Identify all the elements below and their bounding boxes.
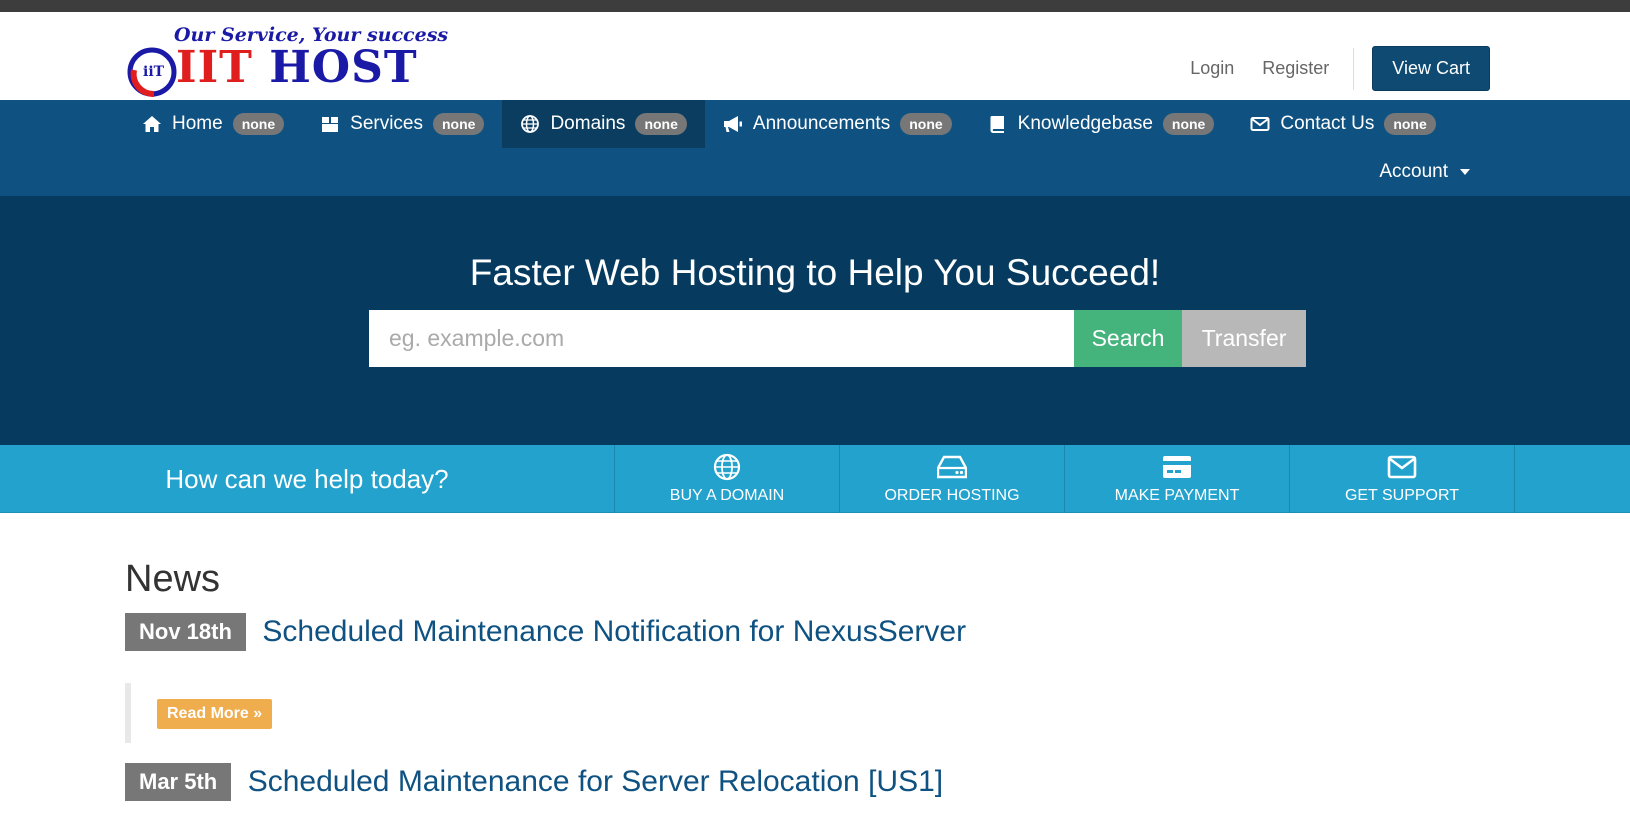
hero-section: Faster Web Hosting to Help You Succeed! … (0, 196, 1630, 445)
nav-badge: none (635, 113, 687, 135)
logo-mark-icon: iiT (127, 47, 177, 98)
logo-name-host: HOST (269, 42, 418, 93)
news-item: Nov 18th Scheduled Maintenance Notificat… (125, 613, 966, 743)
nav-badge: none (1162, 113, 1215, 135)
site-header: Our Service, Your success iiT IIT HOST L… (0, 12, 1630, 100)
hero-title: Faster Web Hosting to Help You Succeed! (469, 252, 1161, 293)
credit-card-icon (1163, 456, 1191, 478)
help-action-label: Order Hosting (884, 487, 1020, 504)
nav-item-label: Services (350, 113, 423, 134)
news-item: Mar 5th Scheduled Maintenance for Server… (125, 763, 966, 801)
nav-badge: none (1384, 113, 1436, 135)
news-section: News Nov 18th Scheduled Maintenance Noti… (125, 558, 966, 801)
news-title-link[interactable]: Scheduled Maintenance Notification for N… (262, 615, 966, 649)
help-action-label: Get Support (1344, 487, 1460, 504)
nav-item-domains[interactable]: Domains none (502, 100, 705, 148)
news-body: Read More » (125, 683, 966, 743)
get-support-button[interactable]: Get Support (1290, 445, 1515, 513)
account-dropdown[interactable]: Account (1379, 148, 1470, 196)
nav-badge: none (433, 113, 485, 135)
nav-item-contact-us[interactable]: Contact Us none (1232, 100, 1453, 148)
cube-icon (322, 117, 339, 132)
help-bar: How can we help today? Buy A Domain Orde… (0, 445, 1630, 513)
caret-down-icon (1460, 169, 1470, 175)
news-date-badge: Nov 18th (125, 613, 246, 651)
news-title-link[interactable]: Scheduled Maintenance for Server Relocat… (248, 765, 943, 799)
nav-item-knowledgebase[interactable]: Knowledgebase none (970, 100, 1233, 148)
domain-search-input[interactable] (369, 310, 1074, 367)
envelope-icon (1250, 117, 1270, 131)
browser-top-strip (0, 0, 1630, 12)
globe-icon (521, 115, 540, 133)
buy-domain-button[interactable]: Buy A Domain (615, 445, 840, 513)
server-icon (937, 455, 967, 479)
search-button[interactable]: Search (1074, 310, 1182, 367)
nav-item-label: Knowledgebase (1017, 113, 1153, 134)
logo-name: IIT HOST (176, 42, 418, 93)
header-links: Login Register View Cart (1162, 46, 1490, 91)
logo-name-iit: IIT (176, 42, 253, 93)
nav-item-services[interactable]: Services none (302, 100, 502, 148)
news-date-badge: Mar 5th (125, 763, 232, 801)
nav-item-label: Contact Us (1280, 113, 1375, 134)
order-hosting-button[interactable]: Order Hosting (840, 445, 1065, 513)
bullhorn-icon (723, 116, 742, 132)
help-actions: Buy A Domain Order Hosting Make Payment … (614, 445, 1515, 513)
transfer-button[interactable]: Transfer (1182, 310, 1306, 367)
login-link[interactable]: Login (1190, 58, 1234, 79)
register-link[interactable]: Register (1262, 58, 1329, 79)
nav-item-label: Announcements (752, 113, 891, 134)
home-icon (143, 116, 161, 132)
main-navbar: Home none Services none Domains none Ann… (0, 100, 1630, 196)
help-action-label: Make Payment (1114, 487, 1240, 504)
book-icon (990, 116, 1004, 133)
globe-icon (713, 453, 741, 481)
nav-row: Home none Services none Domains none Ann… (124, 100, 1454, 148)
nav-badge: none (900, 113, 952, 135)
news-heading: News (125, 558, 221, 600)
logo-mark-text: iiT (143, 64, 165, 80)
domain-search-form: Search Transfer (369, 310, 1306, 367)
account-label: Account (1379, 161, 1448, 182)
make-payment-button[interactable]: Make Payment (1065, 445, 1290, 513)
read-more-button[interactable]: Read More » (157, 699, 273, 729)
nav-item-label: Home (172, 113, 223, 134)
help-text: How can we help today? (165, 463, 449, 494)
nav-item-label: Domains (550, 113, 626, 134)
site-logo[interactable]: Our Service, Your success iiT IIT HOST (124, 24, 448, 100)
nav-item-home[interactable]: Home none (124, 100, 302, 148)
nav-badge: none (232, 113, 285, 135)
envelope-icon (1387, 455, 1417, 479)
header-divider (1353, 47, 1355, 90)
view-cart-button[interactable]: View Cart (1372, 46, 1490, 91)
nav-item-announcements[interactable]: Announcements none (705, 100, 970, 148)
help-action-label: Buy A Domain (669, 487, 785, 504)
